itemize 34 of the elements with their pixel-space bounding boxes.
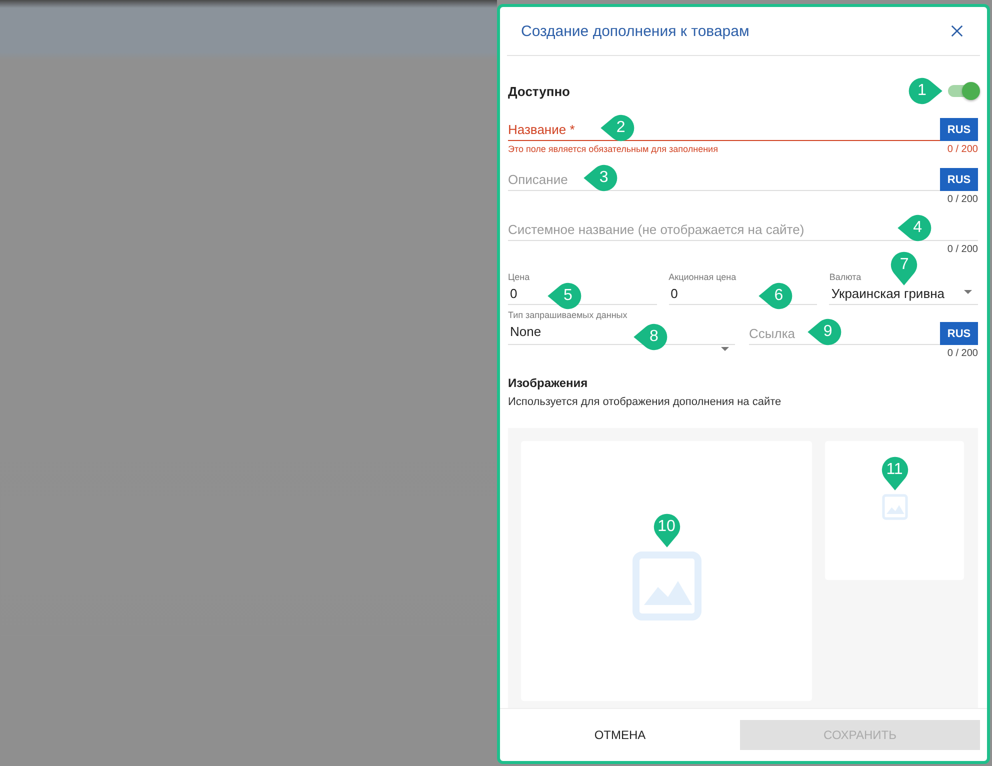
callout-marker: 3 (582, 164, 618, 192)
section-description: Используется для отображения дополнения на сайте (508, 396, 782, 408)
character-counter: 0 / 200 (947, 348, 978, 361)
callout-marker: 7 (890, 251, 918, 287)
callout-marker: 9 (806, 318, 842, 346)
language-button[interactable]: RUS (940, 118, 978, 141)
callout-marker: 6 (756, 282, 793, 310)
dialog-button[interactable]: ОТМЕНА (500, 720, 740, 750)
section-title: Изображения (508, 376, 589, 390)
character-counter: 0 / 200 (947, 244, 978, 257)
field-label: Тип запрашиваемых данных (508, 310, 628, 320)
callout-marker: 5 (546, 282, 582, 310)
callout-marker: 2 (598, 114, 635, 142)
character-counter: 0 / 200 (947, 194, 978, 207)
language-button[interactable]: RUS (940, 168, 978, 191)
callout-marker: 8 (632, 323, 668, 351)
field-label: Акционная цена (668, 272, 738, 282)
error-message: Это поле является обязательным для заполнения (508, 144, 719, 156)
close-icon[interactable] (951, 25, 963, 37)
callout-marker: 4 (896, 214, 932, 242)
field-label: Валюта (829, 272, 862, 282)
callout-marker: 11 (880, 456, 908, 492)
callout-marker: 1 (908, 77, 944, 105)
character-counter: 0 / 200 (947, 144, 978, 157)
field-label: Цена (508, 272, 531, 282)
image-placeholder-icon (632, 551, 702, 621)
image-placeholder-icon (882, 494, 908, 520)
dialog-title: Создание дополнения к товарам (521, 22, 750, 40)
availability-toggle[interactable] (948, 85, 978, 97)
language-button[interactable]: RUS (940, 322, 978, 345)
availability-label: Доступно (508, 84, 571, 98)
caret-icon (964, 290, 972, 294)
caret-icon (721, 347, 729, 351)
callout-marker: 10 (652, 513, 680, 549)
